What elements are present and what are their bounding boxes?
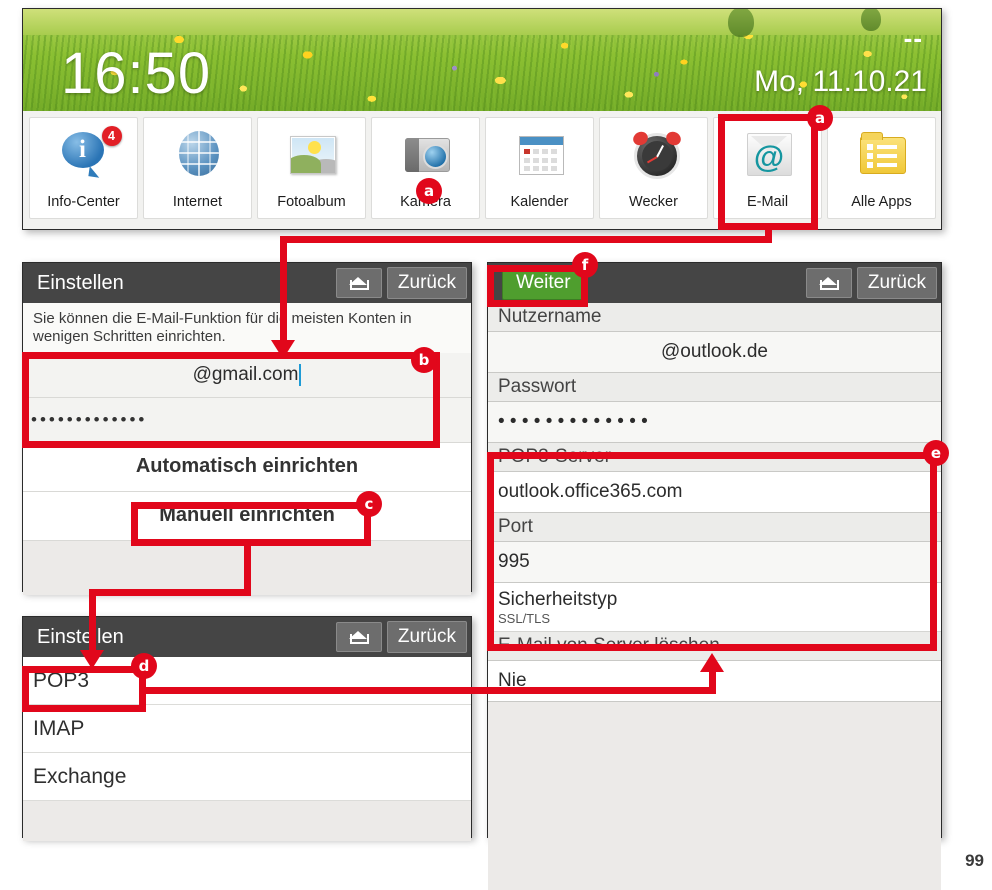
- app-label: Internet: [172, 194, 223, 210]
- text-caret: [299, 363, 302, 386]
- info-bubble-icon: i 4: [58, 126, 122, 181]
- home-button[interactable]: [805, 268, 852, 298]
- notification-badge: 4: [101, 126, 122, 146]
- home-icon: [349, 276, 370, 290]
- next-button[interactable]: Weiter: [502, 266, 585, 300]
- app-tile-internet[interactable]: Internet: [143, 117, 252, 219]
- app-tile-fotoalbum[interactable]: Fotoalbum: [257, 117, 366, 219]
- app-tile-info-center[interactable]: i 4 Info-Center: [29, 117, 138, 219]
- account-type-panel: Einstellen Zurück POP3 IMAP Exchange: [22, 616, 472, 841]
- at-envelope-icon: @: [742, 129, 794, 181]
- email-setup-panel: Einstellen Zurück Sie können die E-Mail-…: [22, 262, 472, 595]
- status-dashes: --: [903, 23, 923, 53]
- app-label: Kalender: [510, 194, 569, 210]
- back-button[interactable]: Zurück: [386, 621, 467, 653]
- field-label-pop3-server: POP3-Server: [488, 443, 941, 471]
- empty-space: [23, 540, 471, 595]
- account-type-option-imap[interactable]: IMAP: [23, 705, 471, 753]
- empty-space: [23, 801, 471, 841]
- tree-icon: [861, 9, 881, 31]
- password-value: •••••••••••••: [31, 409, 148, 429]
- field-label-nutzername: Nutzername: [488, 303, 941, 331]
- clock-date: Mo, 11.10.21: [754, 65, 927, 98]
- app-tile-kamera[interactable]: Kamera: [371, 117, 480, 219]
- alarm-clock-icon: [628, 129, 683, 181]
- calendar-icon: [514, 129, 566, 181]
- app-tile-alle-apps[interactable]: Alle Apps: [827, 117, 936, 219]
- meadow-horizon: [23, 9, 941, 35]
- pop3-server-field[interactable]: outlook.office365.com: [488, 471, 941, 513]
- photo-icon: [286, 129, 338, 181]
- password-input-row[interactable]: •••••••••••••: [23, 397, 471, 443]
- manual-setup-button[interactable]: Manuell einrichten: [23, 491, 471, 541]
- port-field[interactable]: 995: [488, 541, 941, 583]
- empty-space: [488, 702, 941, 890]
- account-type-option-pop3[interactable]: POP3: [23, 657, 471, 705]
- back-button[interactable]: Zurück: [386, 267, 467, 299]
- password-field[interactable]: • • • • • • • • • • • • •: [488, 401, 941, 443]
- home-button[interactable]: [335, 268, 382, 298]
- app-tile-kalender[interactable]: Kalender: [485, 117, 594, 219]
- username-field[interactable]: @outlook.de: [488, 331, 941, 373]
- page-number: 99: [965, 851, 984, 870]
- home-button[interactable]: [335, 622, 382, 652]
- connector-line: [765, 230, 772, 243]
- wallpaper: 16:50 -- Mo, 11.10.21: [23, 9, 941, 111]
- title-bar: Einstellen Zurück: [23, 263, 471, 303]
- app-label: Info-Center: [47, 194, 120, 210]
- field-label-sicherheitstyp: Sicherheitstyp: [498, 589, 618, 610]
- field-label-email-loeschen: E-Mail von Server löschen: [488, 632, 941, 660]
- page-title: Einstellen: [37, 625, 124, 648]
- title-bar: Einstellen Zurück: [23, 617, 471, 657]
- title-bar: Weiter Zurück: [488, 263, 941, 303]
- page-title: Einstellen: [37, 271, 124, 294]
- field-label-port: Port: [488, 513, 941, 541]
- connector-line: [280, 236, 772, 243]
- app-label: Wecker: [629, 194, 678, 210]
- home-icon: [349, 630, 370, 644]
- app-dock: i 4 Info-Center Internet Fotoalbum Kamer…: [23, 111, 941, 229]
- camera-icon: [400, 129, 452, 181]
- app-tile-email[interactable]: @ E-Mail: [713, 117, 822, 219]
- setup-hint-text: Sie können die E-Mail-Funktion für die m…: [23, 303, 471, 353]
- security-type-value: SSL/TLS: [488, 611, 941, 631]
- delete-from-server-field[interactable]: Nie: [488, 660, 941, 702]
- tree-icon: [728, 9, 754, 37]
- field-label-passwort: Passwort: [488, 373, 941, 401]
- app-label: E-Mail: [746, 194, 789, 210]
- email-field[interactable]: @gmail.com: [23, 353, 471, 397]
- home-icon: [819, 276, 840, 290]
- app-tile-wecker[interactable]: Wecker: [599, 117, 708, 219]
- back-button[interactable]: Zurück: [856, 267, 937, 299]
- app-label: Fotoalbum: [277, 194, 346, 210]
- app-label: Kamera: [400, 194, 451, 210]
- auto-setup-button[interactable]: Automatisch einrichten: [23, 442, 471, 492]
- globe-icon: [172, 129, 224, 181]
- security-type-row[interactable]: Sicherheitstyp SSL/TLS: [488, 583, 941, 632]
- app-label: Alle Apps: [851, 194, 912, 210]
- all-apps-folder-icon: [856, 129, 908, 181]
- clock-time: 16:50: [61, 41, 212, 106]
- email-input-row[interactable]: @gmail.com: [23, 352, 471, 398]
- email-value: @gmail.com: [192, 363, 299, 385]
- account-type-option-exchange[interactable]: Exchange: [23, 753, 471, 801]
- server-settings-panel: Weiter Zurück Nutzername @outlook.de Pas…: [487, 262, 942, 890]
- password-field[interactable]: •••••••••••••: [23, 398, 471, 442]
- home-screen-panel: 16:50 -- Mo, 11.10.21 i 4 Info-Center In…: [22, 8, 942, 230]
